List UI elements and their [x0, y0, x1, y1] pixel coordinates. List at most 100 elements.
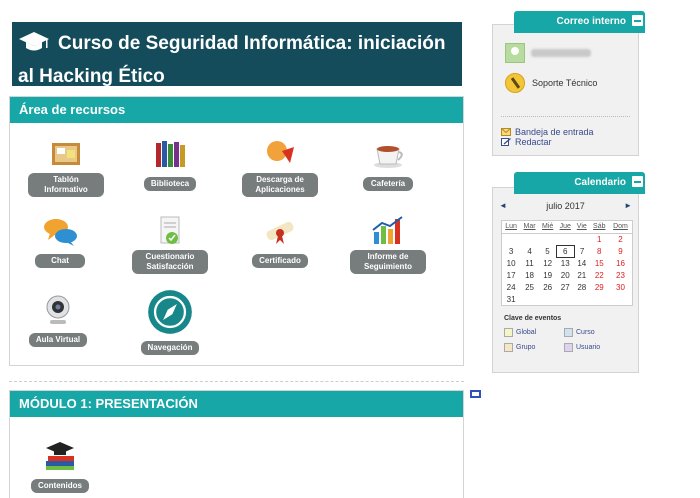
- calendar-day[interactable]: 2: [609, 233, 632, 245]
- calendar-day[interactable]: 14: [574, 257, 590, 269]
- tile-label: Contenidos: [31, 479, 89, 493]
- webcam-icon: [46, 295, 70, 324]
- calendar-day[interactable]: 26: [539, 281, 557, 293]
- coffee-cup-icon: [374, 146, 403, 168]
- prev-month-icon[interactable]: ◄: [499, 201, 507, 211]
- calendar-empty-cell: [556, 293, 574, 305]
- event-key-swatch: [504, 343, 513, 352]
- tile-cafeteria[interactable]: Cafetería: [350, 137, 426, 191]
- calendar-day[interactable]: 9: [609, 245, 632, 257]
- calendar-day[interactable]: 11: [520, 257, 539, 269]
- tile-biblioteca[interactable]: Biblioteca: [132, 137, 208, 191]
- calendar-day[interactable]: 18: [520, 269, 539, 281]
- calendar-grid: Lun Mar Mié Jue Vie Sáb Dom 1 2 3 4 5 6 7 8 9 10 11 12 13 1…: [502, 221, 632, 305]
- tile-chat[interactable]: Chat: [22, 214, 98, 268]
- avatar: [505, 43, 525, 63]
- calendar-empty-cell: [574, 233, 590, 245]
- calendar-day[interactable]: 16: [609, 257, 632, 269]
- calendar-day[interactable]: 20: [556, 269, 574, 281]
- calendar-day[interactable]: 17: [502, 269, 520, 281]
- collapse-icon[interactable]: [632, 15, 643, 26]
- calendar-day[interactable]: 13: [556, 257, 574, 269]
- calendar-day[interactable]: 28: [574, 281, 590, 293]
- support-icon: [505, 73, 525, 93]
- books-icon: [156, 141, 185, 167]
- compose-link[interactable]: Redactar: [501, 137, 552, 147]
- mail-block-title: Correo interno: [556, 16, 626, 27]
- inbox-link[interactable]: Bandeja de entrada: [501, 127, 594, 137]
- calendar-day[interactable]: 24: [502, 281, 520, 293]
- tile-cuestionario[interactable]: Cuestionario Satisfacción: [132, 214, 208, 274]
- calendar-day[interactable]: 22: [590, 269, 609, 281]
- calendar-day[interactable]: 30: [609, 281, 632, 293]
- event-key-curso[interactable]: Curso: [564, 328, 595, 337]
- calendar-day[interactable]: 19: [539, 269, 557, 281]
- tile-label: Biblioteca: [143, 177, 197, 191]
- collapse-icon[interactable]: [632, 176, 643, 187]
- tile-tablon[interactable]: Tablón Informativo: [28, 137, 104, 197]
- event-key-grupo[interactable]: Grupo: [504, 343, 535, 352]
- calendar-day[interactable]: 25: [520, 281, 539, 293]
- calendar-day[interactable]: 5: [539, 245, 557, 257]
- tile-label: Certificado: [252, 254, 308, 268]
- calendar-block: ◄ julio 2017 ► Lun Mar Mié Jue Vie Sáb Dom 123…: [492, 187, 639, 373]
- calendar-empty-cell: [539, 233, 557, 245]
- weekday-header: Lun: [502, 221, 521, 234]
- calendar-month[interactable]: julio 2017: [546, 201, 585, 211]
- calendar-block-tab: Calendario: [514, 172, 645, 194]
- calendar-day[interactable]: 8: [590, 245, 609, 257]
- calendar-day[interactable]: 29: [590, 281, 609, 293]
- compose-icon: [501, 138, 511, 146]
- calendar-day[interactable]: 4: [520, 245, 539, 257]
- calendar-day[interactable]: 10: [502, 257, 520, 269]
- course-title: Curso de Seguridad Informática: iniciaci…: [18, 33, 446, 87]
- calendar-day[interactable]: 3: [502, 245, 520, 257]
- calendar-day[interactable]: 12: [539, 257, 557, 269]
- tile-label: Chat: [35, 254, 85, 268]
- event-key-label: Grupo: [516, 344, 536, 351]
- weekday-header: Dom: [608, 221, 632, 234]
- calendar-day[interactable]: 23: [609, 269, 632, 281]
- tile-navegacion[interactable]: Navegación: [132, 289, 208, 355]
- tile-label: Cafetería: [363, 177, 413, 191]
- tile-label: Tablón Informativo: [28, 173, 104, 197]
- calendar-day[interactable]: 31: [502, 293, 520, 305]
- tile-label: Informe de Seguimiento: [350, 250, 426, 274]
- tile-certificado[interactable]: Certificado: [242, 214, 318, 268]
- event-key-global[interactable]: Global: [504, 328, 536, 337]
- tile-label: Descarga de Aplicaciones: [242, 173, 318, 197]
- event-key-swatch: [564, 328, 573, 337]
- questionnaire-icon: [160, 216, 180, 244]
- next-month-icon[interactable]: ►: [624, 201, 632, 211]
- event-key-swatch: [504, 328, 513, 337]
- mail-block: Soporte Técnico Bandeja de entrada Redac…: [492, 24, 639, 156]
- calendar-empty-cell: [520, 293, 539, 305]
- tile-contenidos[interactable]: Contenidos: [22, 439, 98, 493]
- tile-label: Cuestionario Satisfacción: [132, 250, 208, 274]
- weekday-header: Sáb: [589, 221, 609, 234]
- calendar-day[interactable]: 27: [556, 281, 574, 293]
- event-key-usuario[interactable]: Usuario: [564, 343, 600, 352]
- edit-toggle-box[interactable]: [470, 390, 481, 398]
- mail-divider: [501, 116, 630, 117]
- weekday-header: Mar: [520, 221, 539, 234]
- tile-informe[interactable]: Informe de Seguimiento: [350, 214, 426, 274]
- tile-descarga[interactable]: Descarga de Aplicaciones: [242, 137, 318, 197]
- support-link[interactable]: Soporte Técnico: [505, 73, 597, 93]
- tile-aula-virtual[interactable]: Aula Virtual: [20, 293, 96, 347]
- calendar-day[interactable]: 1: [590, 233, 609, 245]
- weekday-header: Mié: [538, 221, 557, 234]
- bulletin-board-icon: [52, 143, 80, 165]
- event-key-label: Global: [516, 329, 537, 336]
- download-apps-icon: [267, 141, 294, 163]
- tile-label: Navegación: [140, 341, 200, 355]
- calendar-day[interactable]: 15: [590, 257, 609, 269]
- calendar-day[interactable]: 21: [574, 269, 590, 281]
- calendar-day[interactable]: 7: [574, 245, 590, 257]
- diploma-icon: [266, 221, 294, 244]
- event-key-label: Usuario: [576, 344, 601, 351]
- calendar-day[interactable]: 6: [555, 244, 575, 258]
- calendar-nav: ◄ julio 2017 ►: [499, 201, 632, 211]
- compass-icon: [148, 290, 192, 334]
- calendar-empty-cell: [556, 233, 574, 245]
